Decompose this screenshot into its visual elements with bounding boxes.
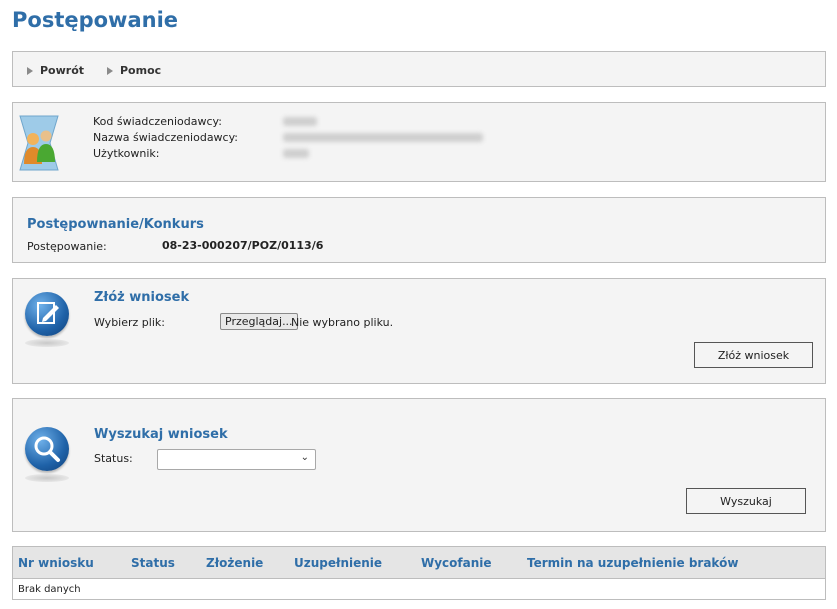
proceeding-title: Postępownanie/Konkurs bbox=[27, 217, 204, 232]
play-arrow-icon bbox=[107, 66, 113, 75]
results-table: Nr wniosku Status Złożenie Uzupełnienie … bbox=[12, 546, 826, 600]
redacted-user bbox=[283, 149, 309, 158]
column-header[interactable]: Wycofanie bbox=[421, 556, 492, 570]
edit-document-icon bbox=[25, 292, 69, 336]
magnifier-icon bbox=[25, 427, 69, 471]
back-link[interactable]: Powrót bbox=[27, 64, 84, 77]
table-header: Nr wniosku Status Złożenie Uzupełnienie … bbox=[13, 547, 825, 579]
back-label: Powrót bbox=[40, 64, 85, 77]
file-label: Wybierz plik: bbox=[94, 316, 165, 329]
users-icon bbox=[19, 115, 59, 171]
no-file-text: Nie wybrano pliku. bbox=[291, 316, 394, 329]
search-button[interactable]: Wyszukaj bbox=[686, 488, 806, 514]
column-header[interactable]: Nr wniosku bbox=[18, 556, 94, 570]
help-label: Pomoc bbox=[120, 64, 162, 77]
redacted-provider-name bbox=[283, 133, 483, 142]
play-arrow-icon bbox=[27, 66, 33, 75]
submit-panel: Złóż wniosek Wybierz plik: Przeglądaj...… bbox=[12, 278, 826, 384]
redacted-provider-code bbox=[283, 117, 317, 126]
empty-table-text: Brak danych bbox=[18, 584, 81, 595]
icon-shadow bbox=[25, 339, 69, 347]
provider-name-label: Nazwa świadczeniodawcy: bbox=[93, 131, 239, 144]
proceeding-value: 08-23-000207/POZ/0113/6 bbox=[162, 239, 324, 252]
provider-code-label: Kod świadczeniodawcy: bbox=[93, 115, 222, 128]
browse-button[interactable]: Przeglądaj... bbox=[220, 313, 298, 330]
search-title: Wyszukaj wniosek bbox=[94, 427, 228, 442]
column-header[interactable]: Złożenie bbox=[206, 556, 263, 570]
user-label: Użytkownik: bbox=[93, 147, 160, 160]
proceeding-label: Postępowanie: bbox=[27, 240, 107, 253]
search-panel: Wyszukaj wniosek Status: ⌄ Wyszukaj bbox=[12, 398, 826, 532]
page-title: Postępowanie bbox=[12, 8, 179, 32]
column-header[interactable]: Status bbox=[131, 556, 175, 570]
column-header[interactable]: Termin na uzupełnienie braków bbox=[527, 556, 738, 570]
submit-application-button[interactable]: Złóż wniosek bbox=[694, 342, 813, 368]
help-link[interactable]: Pomoc bbox=[107, 64, 161, 77]
icon-shadow bbox=[25, 474, 69, 482]
toolbar: Powrót Pomoc bbox=[12, 51, 826, 87]
column-header[interactable]: Uzupełnienie bbox=[294, 556, 382, 570]
status-label: Status: bbox=[94, 452, 133, 465]
chevron-down-icon: ⌄ bbox=[300, 452, 309, 463]
status-select[interactable]: ⌄ bbox=[157, 449, 316, 470]
submit-title: Złóż wniosek bbox=[94, 290, 190, 305]
provider-info-panel: Kod świadczeniodawcy: Nazwa świadczeniod… bbox=[12, 102, 826, 182]
proceeding-panel: Postępownanie/Konkurs Postępowanie: 08-2… bbox=[12, 197, 826, 263]
